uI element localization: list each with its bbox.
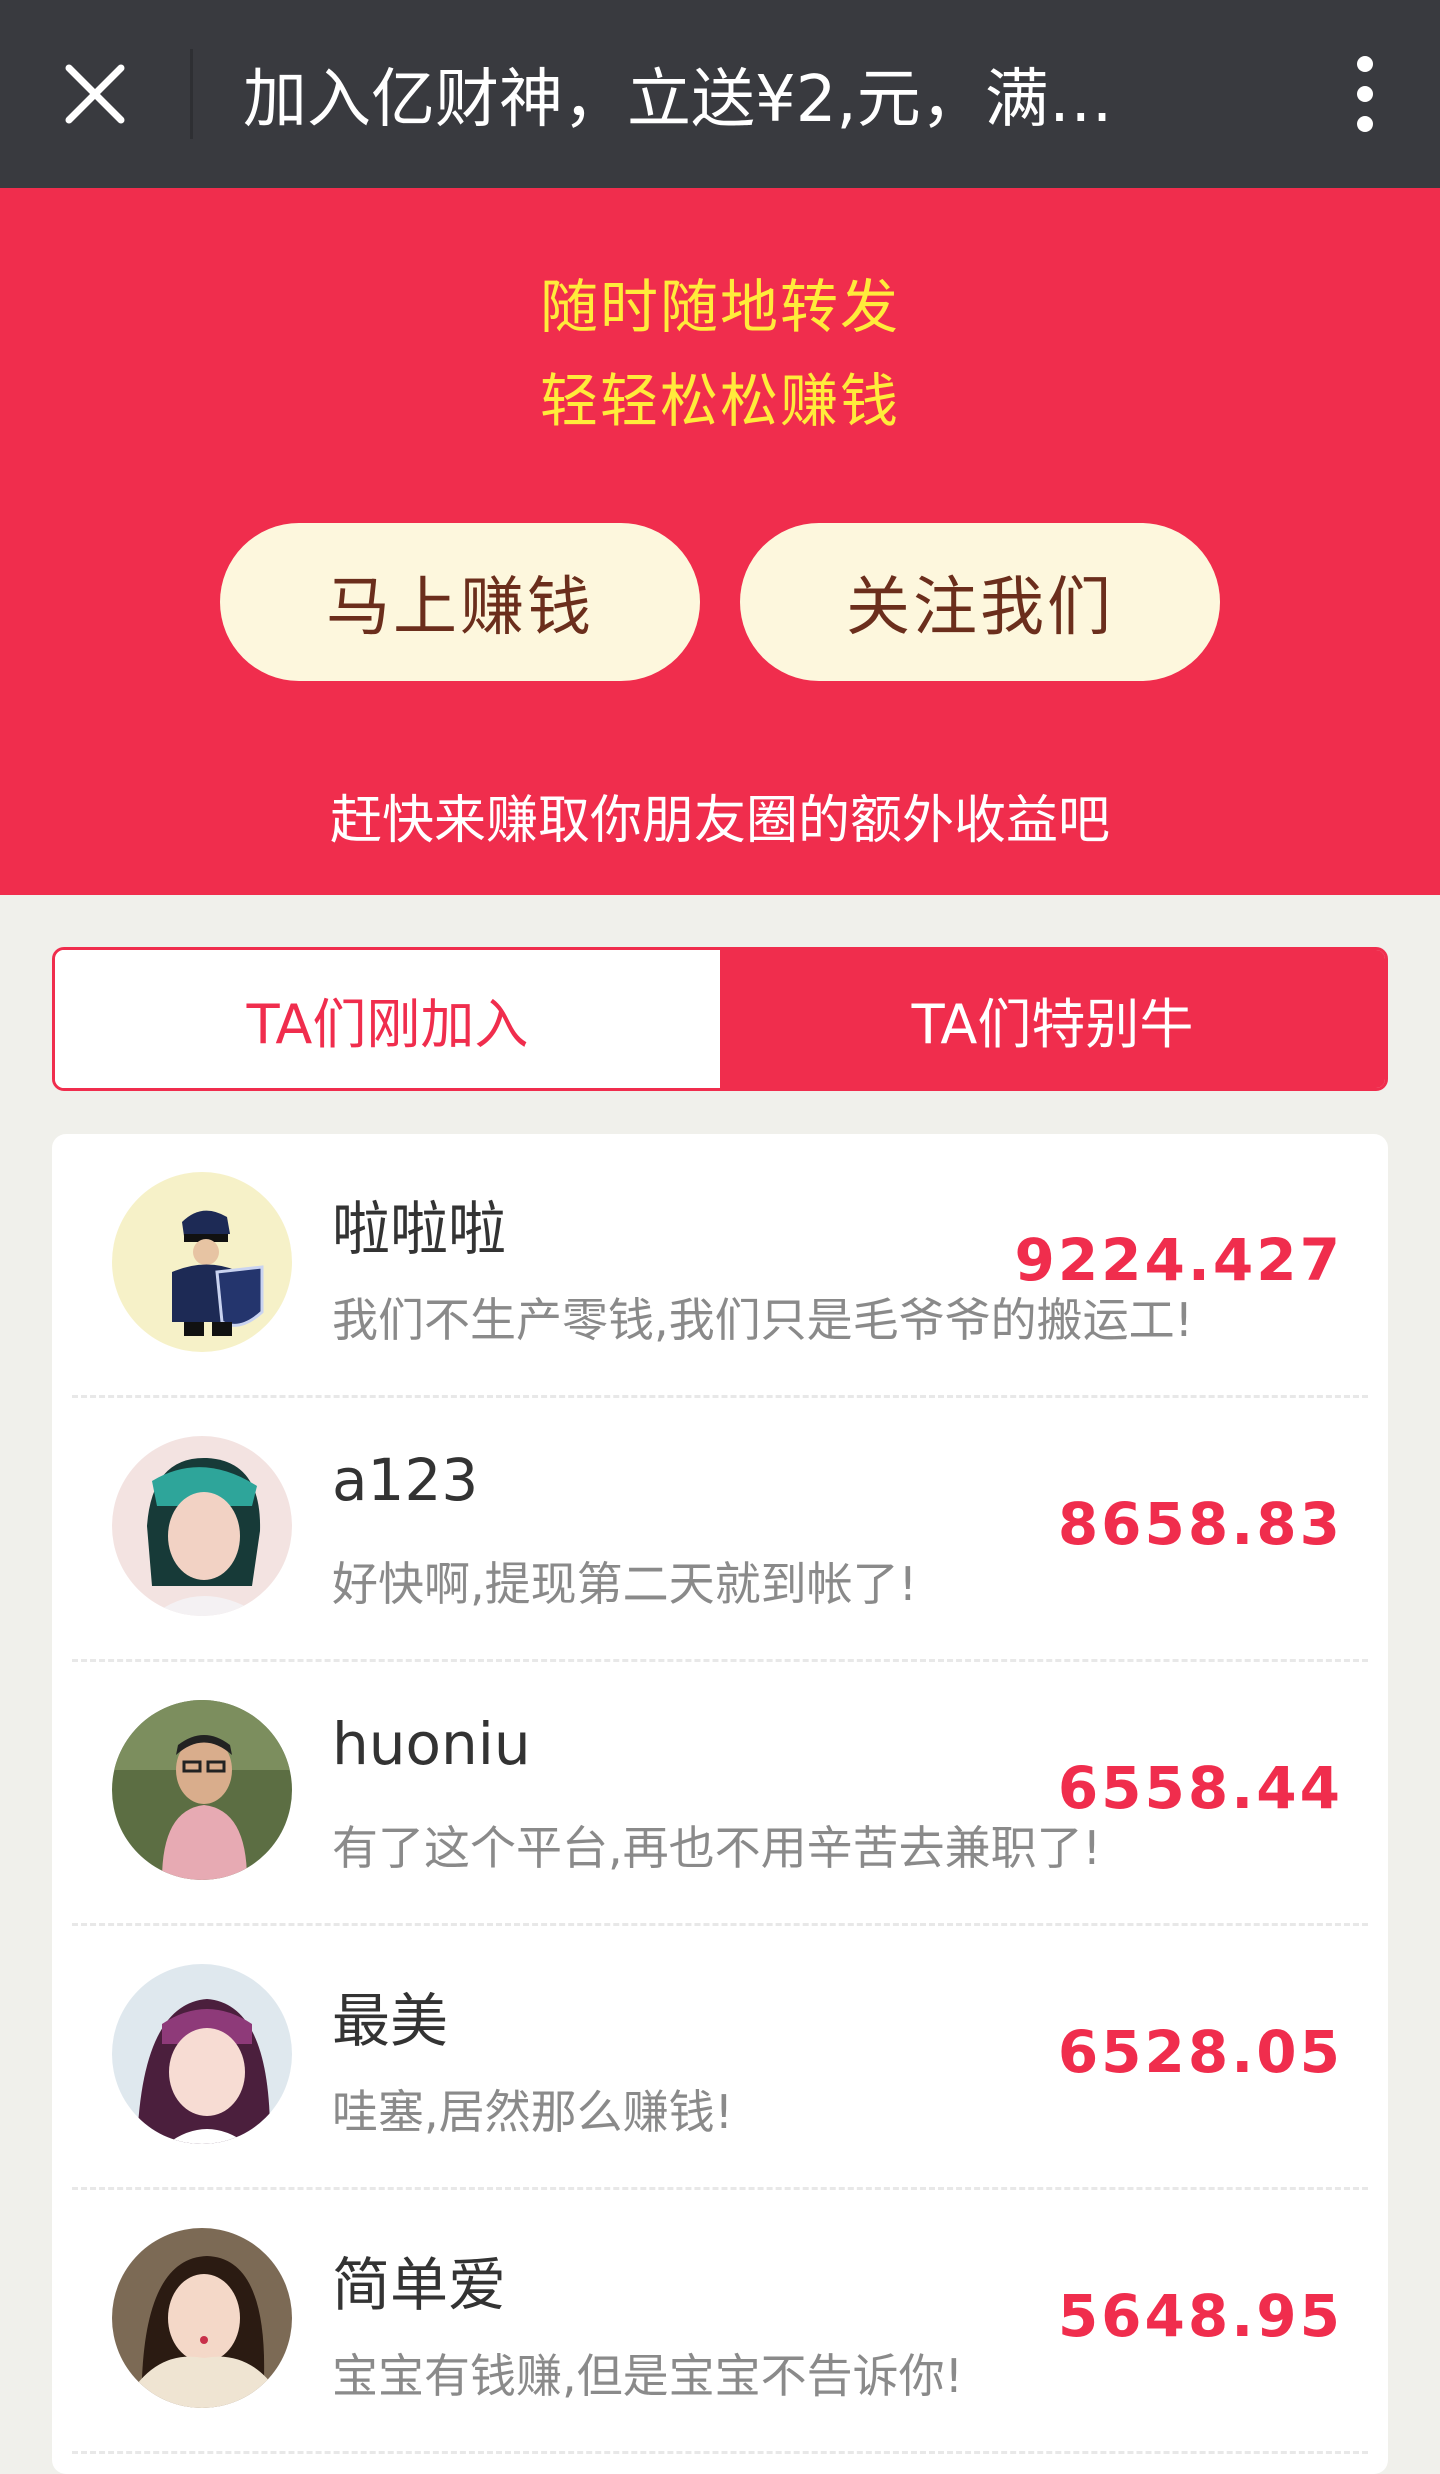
slogan-line-1: 随时随地转发	[539, 273, 900, 341]
list-item[interactable]: a123 好快啊,提现第二天就到帐了! 8658.83	[52, 1398, 1388, 1662]
user-name: 啦啦啦	[332, 1195, 507, 1263]
more-options-button[interactable]	[1290, 0, 1440, 188]
slogan-line-2: 轻轻松松赚钱	[539, 367, 900, 435]
hero-banner: 随时随地转发 轻轻松松赚钱 马上赚钱 关注我们 赶快来赚取你朋友圈的额外收益吧	[0, 188, 1440, 895]
ranking-tabs: TA们刚加入 TA们特别牛	[52, 947, 1388, 1091]
user-name: a123	[332, 1446, 479, 1514]
avatar	[112, 1172, 292, 1352]
earnings-amount: 8658.83	[1057, 1490, 1343, 1558]
follow-us-button[interactable]: 关注我们	[740, 523, 1220, 681]
girl-purple-hair-avatar	[112, 1964, 292, 2144]
hero-subtitle: 赶快来赚取你朋友圈的额外收益吧	[329, 791, 1110, 851]
more-vertical-icon	[1357, 56, 1373, 72]
man-glasses-avatar	[112, 1700, 292, 1880]
user-message: 有了这个平台,再也不用辛苦去兼职了!	[332, 1821, 1102, 1875]
list-item[interactable]: huoniu 有了这个平台,再也不用辛苦去兼职了! 6558.44	[52, 1662, 1388, 1926]
user-message: 哇塞,居然那么赚钱!	[332, 2085, 734, 2139]
close-icon	[65, 64, 125, 124]
top-bar: 加入亿财神，立送¥2,元，满…	[0, 0, 1440, 188]
user-name: 简单爱	[332, 2251, 507, 2319]
close-button[interactable]	[0, 0, 190, 188]
avatar	[112, 1436, 292, 1616]
tab-top-earners[interactable]: TA们特别牛	[720, 950, 1385, 1088]
girl-green-hair-avatar	[112, 1436, 292, 1616]
list-item[interactable]: 啦啦啦 我们不生产零钱,我们只是毛爷爷的搬运工! 9224.427	[52, 1134, 1388, 1398]
avatar	[112, 1700, 292, 1880]
user-list: 啦啦啦 我们不生产零钱,我们只是毛爷爷的搬运工! 9224.427 a123 好…	[52, 1134, 1388, 2474]
girl-fur-collar-avatar	[112, 2228, 292, 2408]
user-message: 宝宝有钱赚,但是宝宝不告诉你!	[332, 2349, 964, 2403]
earn-money-button[interactable]: 马上赚钱	[220, 523, 700, 681]
earnings-amount: 6528.05	[1057, 2018, 1343, 2086]
earnings-amount: 5648.95	[1057, 2282, 1343, 2350]
row-divider	[72, 2451, 1368, 2454]
user-name: huoniu	[332, 1710, 531, 1778]
tab-just-joined[interactable]: TA们刚加入	[55, 950, 720, 1088]
user-name: 最美	[332, 1987, 449, 2055]
cyber-police-avatar	[112, 1172, 292, 1352]
list-item[interactable]: 简单爱 宝宝有钱赚,但是宝宝不告诉你! 5648.95	[52, 2190, 1388, 2454]
page-title: 加入亿财神，立送¥2,元，满…	[243, 63, 1113, 137]
list-item[interactable]: 最美 哇塞,居然那么赚钱! 6528.05	[52, 1926, 1388, 2190]
earnings-amount: 6558.44	[1057, 1754, 1343, 1822]
avatar	[112, 1964, 292, 2144]
avatar	[112, 2228, 292, 2408]
user-message: 好快啊,提现第二天就到帐了!	[332, 1557, 918, 1611]
earnings-amount: 9224.427	[1014, 1226, 1343, 1294]
